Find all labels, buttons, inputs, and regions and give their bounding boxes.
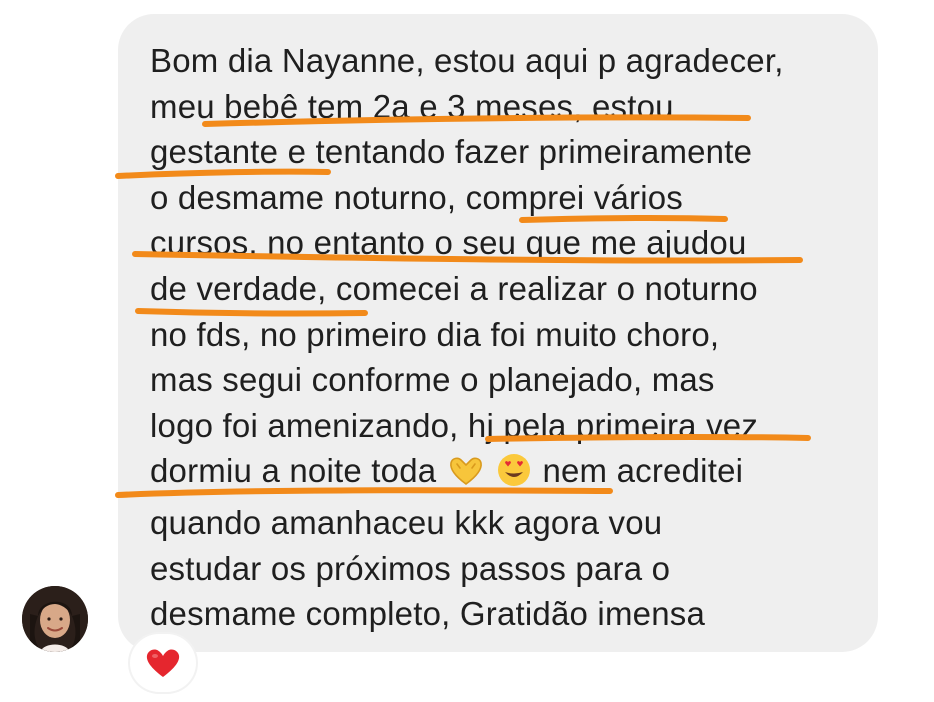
message-line: quando amanhaceu kkk agora vou	[150, 503, 663, 541]
red-heart-icon	[146, 649, 180, 677]
message-line: de verdade, comecei a realizar o noturno	[150, 269, 758, 307]
message-line: meu bebê tem 2a e 3 meses, estou	[150, 87, 674, 125]
message-text: Bom dia Nayanne, estou aqui p agradecer,…	[150, 38, 870, 637]
message-line-prefix: dormiu a noite toda	[150, 452, 437, 490]
message-line: estudar os próximos passos para o	[150, 549, 671, 587]
message-line-with-emojis: dormiu a noite toda nem acreditei	[150, 448, 870, 500]
message-line: o desmame noturno, comprei vários	[150, 178, 684, 216]
message-line: desmame completo, Gratidão imensa	[150, 595, 706, 633]
message-line: gestante e tentando fazer primeiramente	[150, 133, 753, 171]
avatar-image-icon	[22, 586, 88, 652]
message-line: logo foi amenizando, hj pela primeira ve…	[150, 406, 759, 444]
heart-hands-emoji-icon	[447, 454, 485, 500]
avatar[interactable]	[22, 586, 88, 652]
message-line: Bom dia Nayanne, estou aqui p agradecer,	[150, 42, 784, 79]
message-line: no fds, no primeiro dia foi muito choro,	[150, 315, 720, 353]
message-line: mas segui conforme o planejado, mas	[150, 361, 715, 399]
reaction-badge[interactable]	[130, 634, 196, 692]
message-line-suffix: nem acreditei	[542, 452, 744, 490]
message-line: cursos, no entanto o seu que me ajudou	[150, 224, 747, 262]
heart-eyes-emoji-icon	[496, 452, 532, 500]
